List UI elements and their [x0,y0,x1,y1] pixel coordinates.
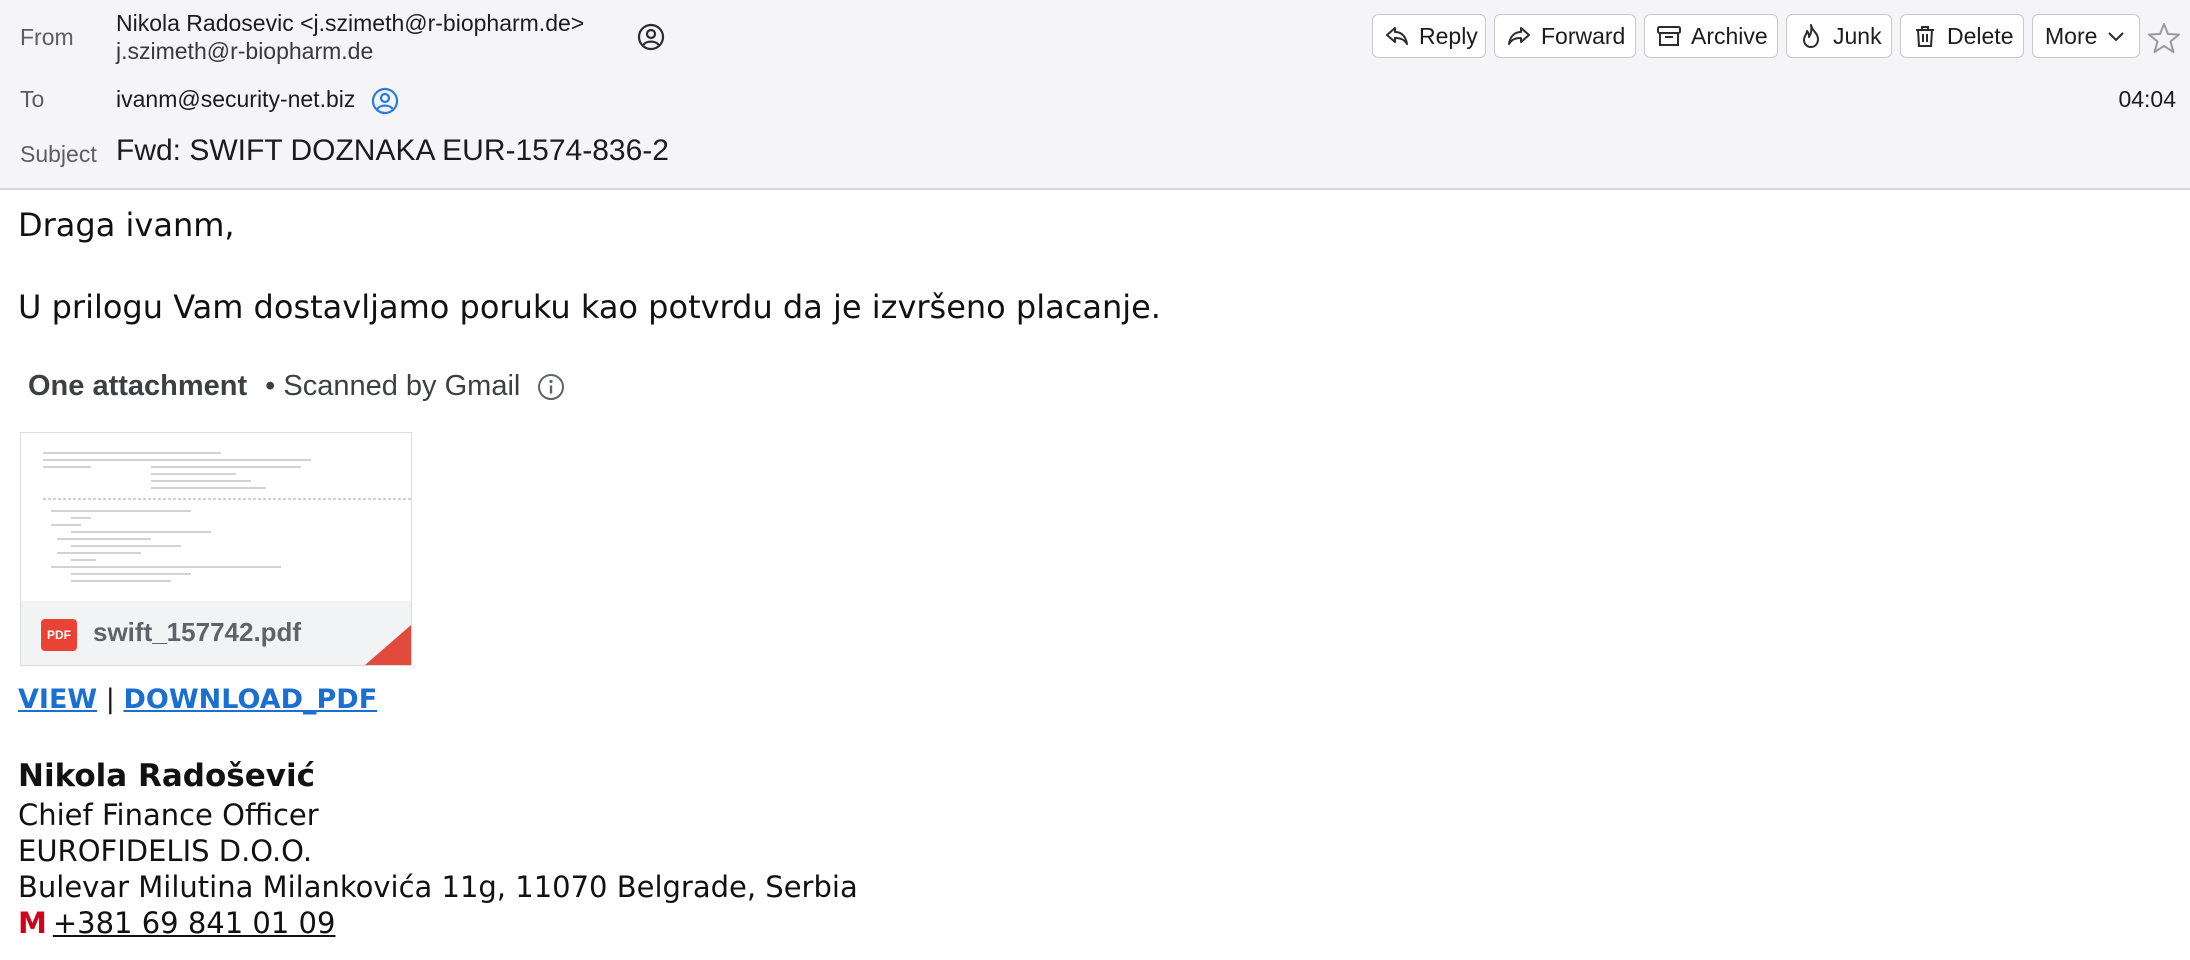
download-pdf-link[interactable]: DOWNLOAD_PDF [123,684,377,715]
scanned-label: • Scanned by Gmail [265,370,521,402]
contact-icon[interactable] [370,86,400,116]
link-separator: | [105,684,115,715]
pdf-file-icon: PDF [41,619,77,651]
reply-button[interactable]: Reply [1372,14,1486,58]
recipient-address[interactable]: ivanm@security-net.biz [116,86,355,113]
archive-label: Archive [1691,22,1768,49]
junk-label: Junk [1833,22,1882,49]
view-link[interactable]: VIEW [18,684,97,715]
info-icon[interactable] [536,372,566,402]
signature-address: Bulevar Milutina Milankovića 11g, 11070 … [18,870,858,904]
message-header: From Nikola Radosevic <j.szimeth@r-bioph… [0,0,2190,190]
greeting-text: Draga ivanm, [18,206,235,244]
reply-icon [1386,27,1408,45]
archive-icon [1657,26,1681,46]
archive-button[interactable]: Archive [1644,14,1778,58]
signature-company: EUROFIDELIS D.O.O. [18,834,313,868]
attachment-count: One attachment [28,370,248,402]
delete-label: Delete [1947,22,2014,49]
junk-flame-icon [1803,24,1819,48]
signature-title: Chief Finance Officer [18,798,319,832]
forward-button[interactable]: Forward [1494,14,1636,58]
sender-address[interactable]: j.szimeth@r-biopharm.de [116,38,373,65]
from-label: From [20,24,74,50]
attachment-heading: One attachment • Scanned by Gmail [28,370,566,403]
signature-phone: M +381 69 841 01 09 [18,906,335,940]
attachment-footer: PDF swift_157742.pdf [21,601,411,665]
phone-link[interactable]: +381 69 841 01 09 [53,906,336,940]
more-label: More [2045,22,2098,49]
subject-text: Fwd: SWIFT DOZNAKA EUR-1574-836-2 [116,134,669,167]
body-text: U prilogu Vam dostavljamo poruku kao pot… [18,288,1161,326]
document-thumbnail [21,433,411,603]
more-button[interactable]: More [2032,14,2140,58]
attachment-filename[interactable]: swift_157742.pdf [93,617,301,648]
sender-name[interactable]: Nikola Radosevic <j.szimeth@r-biopharm.d… [116,10,584,37]
reply-label: Reply [1419,22,1478,49]
forward-label: Forward [1541,22,1626,49]
chevron-down-icon [2108,32,2125,42]
trash-icon [1916,26,1934,47]
page-corner-fold-icon [365,625,411,665]
star-icon[interactable] [2146,20,2182,56]
forward-icon [1508,27,1530,45]
signature-name: Nikola Radošević [18,758,315,794]
subject-label: Subject [20,141,97,167]
delete-button[interactable]: Delete [1900,14,2024,58]
attachment-links: VIEW | DOWNLOAD_PDF [18,684,377,715]
to-label: To [20,86,45,112]
mobile-prefix: M [18,906,47,940]
add-contact-icon[interactable] [636,22,666,52]
attachment-card[interactable]: PDF swift_157742.pdf [20,432,412,666]
junk-button[interactable]: Junk [1786,14,1892,58]
message-time: 04:04 [2118,86,2176,112]
